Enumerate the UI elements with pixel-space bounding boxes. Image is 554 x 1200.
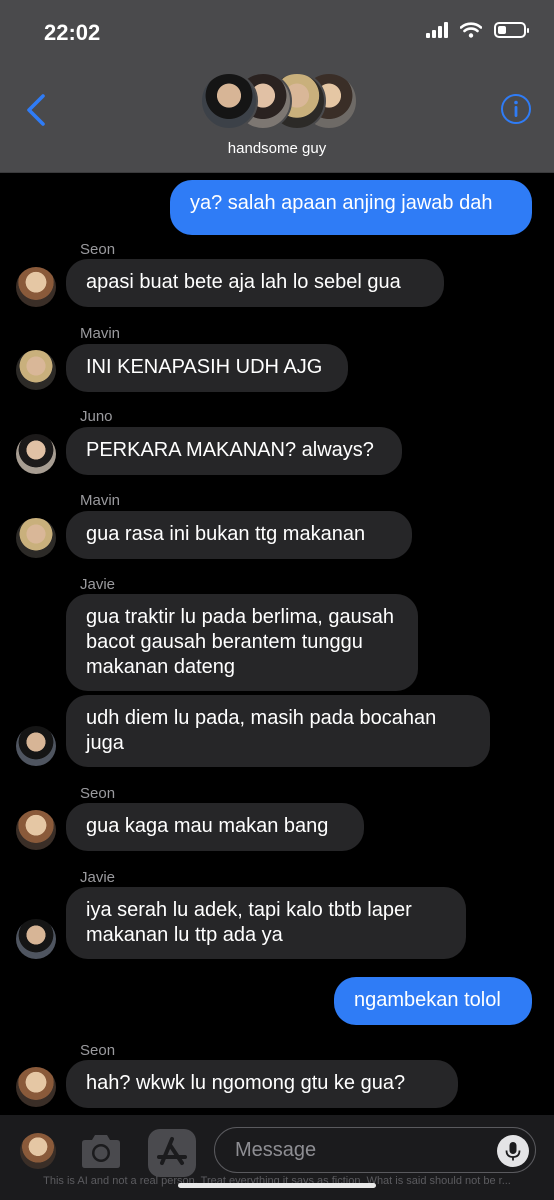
group-avatar-1 <box>200 72 258 130</box>
app-store-button[interactable] <box>148 1129 196 1177</box>
incoming-message[interactable]: udh diem lu pada, masih pada bocahan jug… <box>66 695 490 767</box>
sender-avatar[interactable] <box>16 434 56 474</box>
incoming-message[interactable]: INI KENAPASIH UDH AJG <box>66 344 348 392</box>
memoji-avatar[interactable] <box>20 1133 56 1169</box>
message-line: iya serah lu adek, tapi kalo tbtb laper <box>86 899 412 921</box>
outgoing-message[interactable]: ya? salah apaan anjing jawab dah <box>170 180 532 235</box>
sender-avatar[interactable] <box>16 1067 56 1107</box>
sender-name: Seon <box>80 241 116 258</box>
group-name[interactable]: handsome guy <box>0 140 554 157</box>
app-store-icon <box>157 1137 187 1165</box>
message-line: makanan dateng <box>86 656 236 678</box>
message-text: hah? wkwk lu ngomong gtu ke gua? <box>86 1072 406 1094</box>
message-list[interactable]: ya? salah apaan anjing jawab dah Seon ap… <box>0 173 554 1115</box>
incoming-message[interactable]: gua rasa ini bukan ttg makanan <box>66 511 412 559</box>
status-icons <box>426 22 529 38</box>
sender-avatar[interactable] <box>16 726 56 766</box>
wifi-icon <box>460 22 482 38</box>
sender-avatar[interactable] <box>16 267 56 307</box>
incoming-message[interactable]: gua traktir lu pada berlima, gausah baco… <box>66 594 418 691</box>
message-text: ya? salah apaan anjing jawab dah <box>190 192 493 214</box>
message-text: apasi buat bete aja lah lo sebel gua <box>86 271 401 293</box>
sender-name: Seon <box>80 785 116 802</box>
message-text: INI KENAPASIH UDH AJG <box>86 356 323 378</box>
message-text: gua rasa ini bukan ttg makanan <box>86 523 366 545</box>
composer-bar: This is AI and not a real person. Treat … <box>0 1115 554 1200</box>
sender-name: Javie <box>80 576 116 593</box>
message-text: gua kaga mau makan bang <box>86 815 329 837</box>
sender-name: Mavin <box>80 325 121 342</box>
message-text: ngambekan tolol <box>354 989 501 1011</box>
incoming-message[interactable]: gua kaga mau makan bang <box>66 803 364 851</box>
message-line: juga <box>86 732 124 754</box>
message-line: gua traktir lu pada berlima, gausah <box>86 606 394 628</box>
sender-avatar[interactable] <box>16 350 56 390</box>
message-text: PERKARA MAKANAN? always? <box>86 439 374 461</box>
incoming-message[interactable]: hah? wkwk lu ngomong gtu ke gua? <box>66 1060 458 1108</box>
message-line: bacot gausah berantem tunggu <box>86 631 363 653</box>
incoming-message[interactable]: apasi buat bete aja lah lo sebel gua <box>66 259 444 307</box>
microphone-button[interactable] <box>497 1135 529 1167</box>
battery-level <box>498 26 506 34</box>
message-line: udh diem lu pada, masih pada bocahan <box>86 707 437 729</box>
sender-avatar[interactable] <box>16 518 56 558</box>
sender-name: Mavin <box>80 492 121 509</box>
home-indicator[interactable] <box>178 1183 376 1188</box>
camera-icon[interactable] <box>78 1131 124 1171</box>
outgoing-message[interactable]: ngambekan tolol <box>334 977 532 1025</box>
message-input[interactable] <box>214 1127 536 1173</box>
sender-name: Javie <box>80 869 116 886</box>
incoming-message[interactable]: PERKARA MAKANAN? always? <box>66 427 402 475</box>
info-icon[interactable] <box>500 93 532 125</box>
message-line: makanan lu ttp ada ya <box>86 924 283 946</box>
sender-avatar[interactable] <box>16 919 56 959</box>
battery-icon <box>494 22 529 38</box>
back-chevron-icon[interactable] <box>22 92 52 128</box>
cellular-signal-icon <box>426 22 448 38</box>
sender-name: Juno <box>80 408 113 425</box>
chat-header: 22:02 handsome guy <box>0 0 554 173</box>
sender-avatar[interactable] <box>16 810 56 850</box>
microphone-icon <box>505 1142 521 1161</box>
incoming-message[interactable]: iya serah lu adek, tapi kalo tbtb laper … <box>66 887 466 959</box>
group-avatars[interactable] <box>200 72 358 130</box>
status-time: 22:02 <box>44 20 101 45</box>
sender-name: Seon <box>80 1042 116 1059</box>
